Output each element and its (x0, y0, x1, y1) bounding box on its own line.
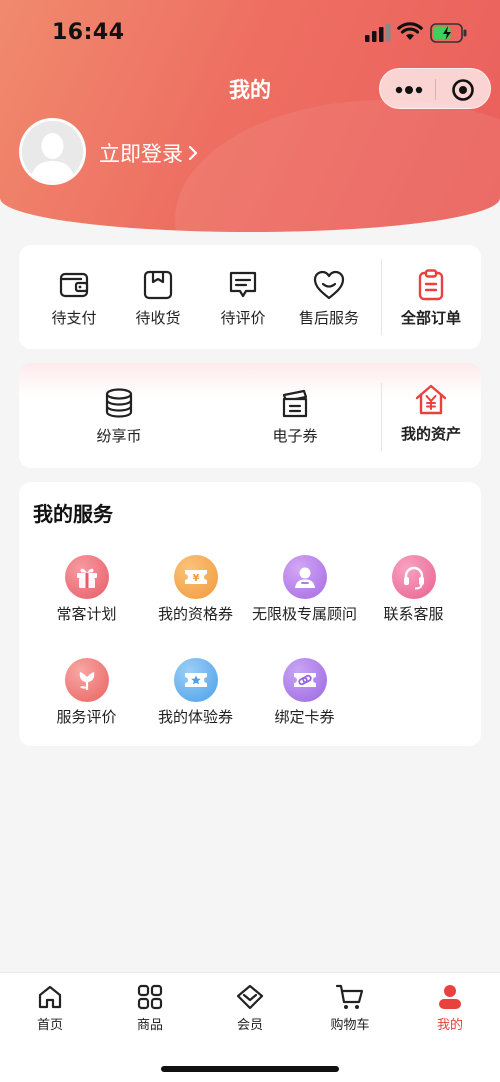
order-label: 待收货 (135, 309, 181, 327)
service-trial-coupon[interactable]: 我的体验券 (138, 658, 253, 725)
header-decoration (175, 100, 500, 232)
service-label: 我的资格券 (157, 605, 233, 623)
order-label: 待评价 (220, 309, 266, 327)
order-label: 售后服务 (298, 309, 359, 327)
package-icon (143, 270, 173, 300)
link-icon (293, 673, 316, 687)
avatar[interactable] (19, 118, 86, 185)
tab-label: 会员 (236, 1018, 263, 1033)
diamond-icon (236, 984, 264, 1010)
svg-text:¥: ¥ (192, 573, 199, 584)
tab-cart[interactable]: 购物车 (300, 983, 400, 1033)
star-ticket-icon (184, 673, 207, 687)
wallet-icon (59, 272, 89, 298)
coupon-icon: ¥ (184, 570, 207, 584)
tab-mine[interactable]: 我的 (400, 983, 500, 1033)
asset-points[interactable]: 纷享币 (79, 387, 159, 446)
coins-icon (105, 388, 133, 418)
flower-icon (79, 672, 94, 690)
all-orders-button[interactable]: 全部订单 (393, 269, 469, 328)
avatar-placeholder-icon (22, 121, 83, 182)
service-icon-circle (282, 555, 327, 599)
login-label: 立即登录 (99, 142, 183, 166)
service-bind-card[interactable]: 绑定卡券 (247, 658, 362, 725)
my-assets-button[interactable]: 我的资产 (393, 383, 469, 444)
comment-icon (229, 271, 257, 298)
service-qualification-coupon[interactable]: ¥ 我的资格券 (138, 555, 253, 622)
home-icon (38, 985, 62, 1009)
order-pending-receipt[interactable]: 待收货 (123, 269, 193, 328)
cart-icon (335, 984, 364, 1009)
tab-home[interactable]: 首页 (0, 983, 100, 1033)
close-target-icon[interactable] (451, 78, 475, 102)
assets-divider (381, 383, 382, 451)
all-orders-label: 全部订单 (400, 309, 461, 327)
miniprogram-capsule (379, 68, 491, 109)
signal-icon (365, 24, 391, 42)
tab-label: 首页 (36, 1018, 63, 1033)
my-assets-label: 我的资产 (400, 425, 461, 443)
asset-label: 纷享币 (96, 427, 142, 445)
asset-e-coupons[interactable]: 电子券 (255, 387, 335, 446)
house-yen-icon (415, 384, 447, 415)
service-icon-circle (64, 658, 109, 702)
status-time: 16:44 (52, 20, 125, 45)
service-exclusive-advisor[interactable]: 无限极专属顾问 (247, 555, 362, 622)
service-label: 绑定卡券 (274, 708, 335, 726)
service-icon-circle (173, 658, 218, 702)
capsule-divider (435, 79, 436, 100)
service-label: 无限极专属顾问 (251, 605, 357, 623)
tab-label: 购物车 (330, 1018, 370, 1033)
status-bar: 16:44 (0, 0, 500, 66)
orders-divider (381, 259, 382, 335)
order-pending-review[interactable]: 待评价 (208, 269, 278, 328)
service-icon-circle: ¥ (173, 555, 218, 599)
gift-icon (76, 568, 97, 588)
order-pending-payment[interactable]: 待支付 (39, 269, 109, 328)
service-icon-circle (282, 658, 327, 702)
order-label: 待支付 (51, 309, 97, 327)
more-icon[interactable] (394, 81, 424, 99)
home-indicator (161, 1066, 339, 1072)
service-contact-support[interactable]: 联系客服 (356, 555, 471, 622)
service-evaluation[interactable]: 服务评价 (29, 658, 144, 725)
chevron-right-icon (188, 145, 198, 161)
tab-products[interactable]: 商品 (100, 983, 200, 1033)
login-link[interactable]: 立即登录 (99, 138, 199, 168)
service-label: 常客计划 (56, 605, 117, 623)
service-label: 服务评价 (56, 708, 117, 726)
clipboard-icon (418, 269, 444, 301)
headset-icon (403, 566, 424, 590)
tab-membership[interactable]: 会员 (200, 983, 300, 1033)
service-frequent-customer[interactable]: 常客计划 (29, 555, 144, 622)
service-icon-circle (64, 555, 109, 599)
advisor-icon (294, 567, 315, 588)
service-icon-circle (391, 555, 436, 599)
service-label: 我的体验券 (157, 708, 233, 726)
tab-label: 我的 (436, 1018, 463, 1033)
grid-icon (137, 984, 163, 1010)
asset-label: 电子券 (272, 427, 318, 445)
battery-icon (430, 23, 467, 43)
heart-icon (313, 270, 345, 300)
orders-card: 待支付 待收货 待评价 售后服务 全部订单 (19, 245, 481, 349)
assets-card: 纷享币 电子券 我的资产 (19, 363, 481, 468)
order-after-sales[interactable]: 售后服务 (289, 269, 369, 328)
wifi-icon (397, 22, 423, 40)
services-title: 我的服务 (33, 502, 113, 526)
tab-label: 商品 (136, 1018, 163, 1033)
ticket-icon (282, 389, 308, 418)
person-icon (439, 985, 461, 1009)
services-card: 我的服务 常客计划 ¥ 我的资格券 无限极专属顾问 联系客服 服务评价 我的体验… (19, 482, 481, 746)
service-label: 联系客服 (383, 605, 444, 623)
